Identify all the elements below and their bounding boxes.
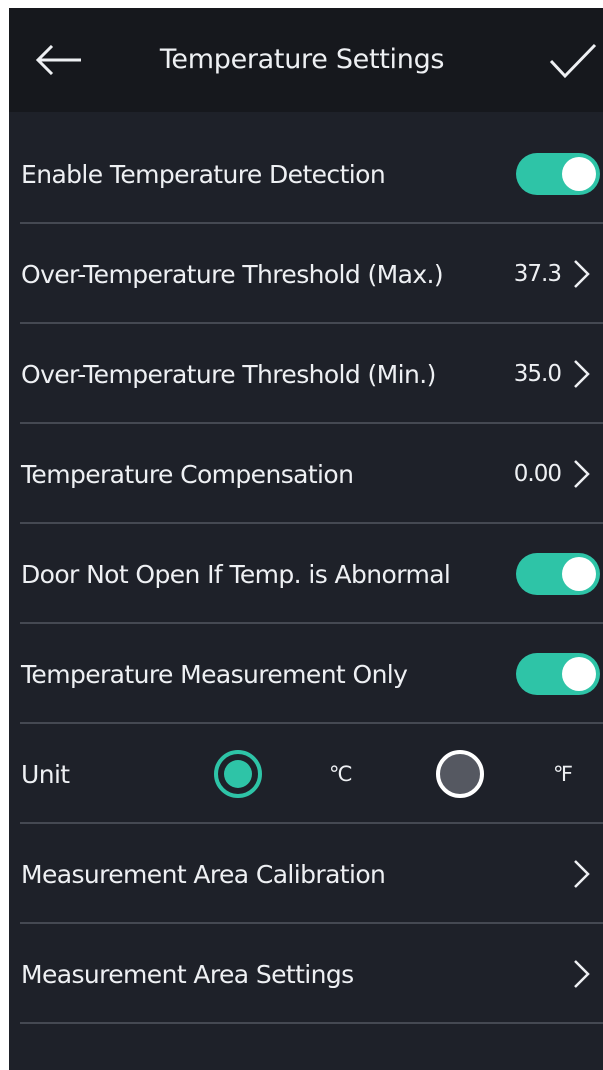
toggle-knob — [562, 157, 596, 191]
chevron-right-icon — [574, 360, 590, 388]
page-title: Temperature Settings — [159, 44, 445, 75]
row-label: Door Not Open If Temp. is Abnormal — [21, 559, 451, 589]
toggle-knob — [562, 657, 596, 691]
row-measurement-only: Temperature Measurement Only — [9, 624, 603, 724]
celsius-radio[interactable] — [213, 749, 263, 799]
row-temperature-compensation[interactable]: Temperature Compensation 0.00 — [9, 424, 603, 524]
confirm-button[interactable] — [543, 36, 603, 86]
enable-temperature-detection-toggle[interactable] — [516, 153, 600, 195]
divider — [20, 1022, 603, 1024]
row-label: Over-Temperature Threshold (Max.) — [21, 259, 444, 289]
temperature-settings-screen: Temperature Settings Enable Temperature … — [9, 8, 603, 1070]
row-threshold-max[interactable]: Over-Temperature Threshold (Max.) 37.3 — [9, 224, 603, 324]
threshold-min-value: 35.0 — [513, 361, 562, 387]
chevron-right-icon — [574, 860, 590, 888]
row-threshold-min[interactable]: Over-Temperature Threshold (Min.) 35.0 — [9, 324, 603, 424]
header-bar: Temperature Settings — [9, 8, 603, 112]
toggle-knob — [562, 557, 596, 591]
threshold-max-value: 37.3 — [513, 261, 562, 287]
chevron-right-icon — [574, 460, 590, 488]
celsius-label[interactable]: ℃ — [329, 724, 353, 824]
checkmark-icon — [549, 43, 597, 79]
row-label: Measurement Area Calibration — [21, 859, 386, 889]
row-unit: Unit ℃ ℉ — [9, 724, 603, 824]
door-not-open-toggle[interactable] — [516, 553, 600, 595]
row-label: Unit — [21, 759, 70, 789]
row-area-settings[interactable]: Measurement Area Settings — [9, 924, 603, 1024]
row-door-not-open: Door Not Open If Temp. is Abnormal — [9, 524, 603, 624]
measurement-only-toggle[interactable] — [516, 653, 600, 695]
row-area-calibration[interactable]: Measurement Area Calibration — [9, 824, 603, 924]
row-label: Enable Temperature Detection — [21, 159, 386, 189]
row-enable-temperature-detection: Enable Temperature Detection — [9, 124, 603, 224]
row-label: Temperature Measurement Only — [21, 659, 408, 689]
fahrenheit-radio[interactable] — [435, 749, 485, 799]
row-label: Measurement Area Settings — [21, 959, 354, 989]
fahrenheit-label[interactable]: ℉ — [553, 724, 573, 824]
row-label: Temperature Compensation — [21, 459, 354, 489]
row-label: Over-Temperature Threshold (Min.) — [21, 359, 436, 389]
compensation-value: 0.00 — [513, 461, 562, 487]
chevron-right-icon — [574, 960, 590, 988]
chevron-right-icon — [574, 260, 590, 288]
